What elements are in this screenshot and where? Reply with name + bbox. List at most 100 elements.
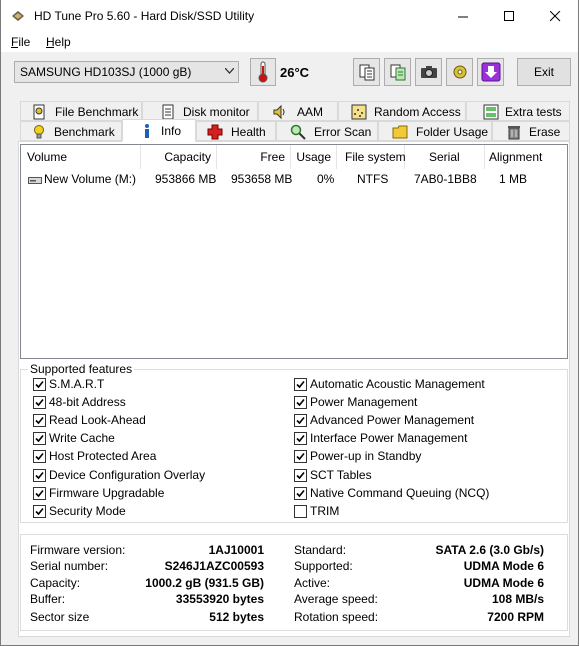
- folder-icon: [392, 125, 408, 139]
- feature-label: Write Cache: [49, 431, 115, 446]
- active-mode-value: UDMA Mode 6: [463, 576, 544, 590]
- thermometer-icon: [258, 61, 268, 83]
- tab-random-access-label: Random Access: [374, 105, 461, 119]
- copy-text-icon: [359, 64, 374, 81]
- copy-green-icon: [390, 64, 405, 81]
- checkmark-icon: [294, 378, 307, 391]
- tab-extra-tests[interactable]: Extra tests: [466, 101, 570, 121]
- temperature-button[interactable]: [250, 58, 276, 86]
- feature-label: 48-bit Address: [49, 395, 126, 410]
- supported-features-group: Supported features: [20, 362, 568, 523]
- tab-info[interactable]: Info: [122, 119, 196, 142]
- volume-serial: 7AB0-1BB8: [414, 172, 477, 186]
- checkmark-icon: [33, 504, 46, 518]
- volume-list[interactable]: Volume Capacity Free Usage File system S…: [20, 144, 568, 359]
- col-header-filesystem[interactable]: File system: [337, 145, 406, 169]
- magnifier-icon: [290, 124, 306, 140]
- screenshot-button[interactable]: [415, 58, 442, 86]
- serial-number-value: S246J1AZC00593: [164, 559, 264, 573]
- col-header-volume[interactable]: Volume: [21, 145, 141, 169]
- tab-benchmark[interactable]: Benchmark: [20, 121, 122, 141]
- serial-number-label: Serial number:: [30, 559, 109, 573]
- volume-row[interactable]: New Volume (M:) 953866 MB 953658 MB 0% N…: [21, 171, 567, 189]
- feature-label: Device Configuration Overlay: [49, 467, 206, 482]
- copy-all-button[interactable]: [384, 58, 411, 86]
- tab-error-scan[interactable]: Error Scan: [276, 121, 378, 141]
- tab-erase-label: Erase: [529, 125, 561, 139]
- checkmark-icon: [294, 468, 307, 482]
- tab-aam-label: AAM: [297, 105, 324, 119]
- empty-checkbox-icon: [294, 504, 307, 518]
- col-header-free[interactable]: Free: [217, 145, 291, 169]
- tab-folder-usage[interactable]: Folder Usage: [378, 121, 492, 141]
- supported-mode-value: UDMA Mode 6: [463, 559, 544, 573]
- checkmark-icon: [33, 378, 46, 391]
- camera-icon: [420, 66, 437, 78]
- tab-disk-monitor[interactable]: Disk monitor: [142, 101, 258, 121]
- col-header-serial[interactable]: Serial: [405, 145, 485, 169]
- copy-info-button[interactable]: [353, 58, 380, 86]
- checkmark-icon: [294, 486, 307, 500]
- options-button[interactable]: [446, 58, 473, 86]
- tab-erase[interactable]: Erase: [492, 121, 570, 141]
- feature-label: Power-up in Standby: [310, 449, 422, 464]
- exit-button[interactable]: Exit: [517, 58, 571, 86]
- rotation-speed-value: 7200 RPM: [487, 610, 544, 624]
- tab-aam[interactable]: AAM: [258, 101, 338, 121]
- firmware-version-value: 1AJ10001: [208, 543, 264, 557]
- file-mnemonic-underline: [11, 47, 18, 48]
- standard-label: Standard:: [294, 543, 347, 557]
- download-arrow-icon: [481, 62, 500, 82]
- save-download-button[interactable]: [477, 58, 504, 86]
- standard-value: SATA 2.6 (3.0 Gb/s): [435, 543, 544, 557]
- average-speed-label: Average speed:: [294, 592, 378, 606]
- temperature-readout: 26°C: [280, 65, 310, 80]
- feature-label: Interface Power Management: [310, 431, 468, 446]
- sector-size-label: Sector size: [30, 610, 90, 624]
- volume-alignment: 1 MB: [499, 172, 528, 186]
- col-header-alignment[interactable]: Alignment: [485, 145, 567, 169]
- tab-random-access[interactable]: Random Access: [338, 101, 466, 121]
- col-header-capacity[interactable]: Capacity: [141, 145, 217, 169]
- help-mnemonic-underline: [46, 47, 54, 48]
- buffer-value: 33553920 bytes: [175, 592, 264, 606]
- chevron-down-icon: [225, 68, 234, 74]
- info-icon: [145, 124, 149, 138]
- minimize-button[interactable]: [440, 0, 486, 32]
- checkmark-icon: [294, 396, 307, 410]
- checkmark-icon: [33, 432, 46, 446]
- speaker-icon: [273, 104, 285, 120]
- feature-label: Read Look-Ahead: [49, 413, 146, 428]
- app-window: HD Tune Pro 5.60 - Hard Disk/SSD Utility…: [0, 0, 579, 646]
- feature-label: TRIM: [310, 503, 340, 518]
- volume-filesystem: NTFS: [357, 172, 389, 186]
- close-icon: [549, 10, 560, 21]
- col-header-usage[interactable]: Usage: [291, 145, 337, 169]
- sector-size-value: 512 bytes: [209, 610, 264, 624]
- tab-disk-monitor-label: Disk monitor: [183, 105, 250, 119]
- tab-benchmark-label: Benchmark: [54, 125, 115, 139]
- feature-label: Security Mode: [49, 503, 126, 518]
- tab-extra-tests-label: Extra tests: [505, 105, 562, 119]
- volume-list-header: Volume Capacity Free Usage File system S…: [21, 145, 567, 169]
- file-benchmark-icon: [33, 104, 45, 120]
- volume-name: New Volume (M:): [44, 172, 137, 186]
- drive-select-value: SAMSUNG HD103SJ (1000 gB): [20, 65, 192, 79]
- title-bar[interactable]: HD Tune Pro 5.60 - Hard Disk/SSD Utility: [1, 0, 578, 32]
- drive-icon: [28, 177, 42, 184]
- extra-tests-icon: [483, 104, 499, 120]
- tab-health[interactable]: Health: [196, 121, 276, 141]
- close-button[interactable]: [532, 0, 578, 32]
- checkmark-icon: [33, 414, 46, 428]
- tab-health-label: Health: [231, 125, 266, 139]
- maximize-button[interactable]: [486, 0, 532, 32]
- tab-file-benchmark[interactable]: File Benchmark: [20, 101, 142, 121]
- capacity-label: Capacity:: [30, 576, 81, 590]
- checkmark-icon: [33, 450, 46, 464]
- feature-label: Automatic Acoustic Management: [310, 377, 485, 391]
- active-mode-label: Active:: [294, 576, 331, 590]
- tab-folder-usage-label: Folder Usage: [416, 125, 489, 139]
- average-speed-value: 108 MB/s: [491, 592, 544, 606]
- rotation-speed-label: Rotation speed:: [294, 610, 379, 624]
- drive-select[interactable]: SAMSUNG HD103SJ (1000 gB): [14, 61, 239, 83]
